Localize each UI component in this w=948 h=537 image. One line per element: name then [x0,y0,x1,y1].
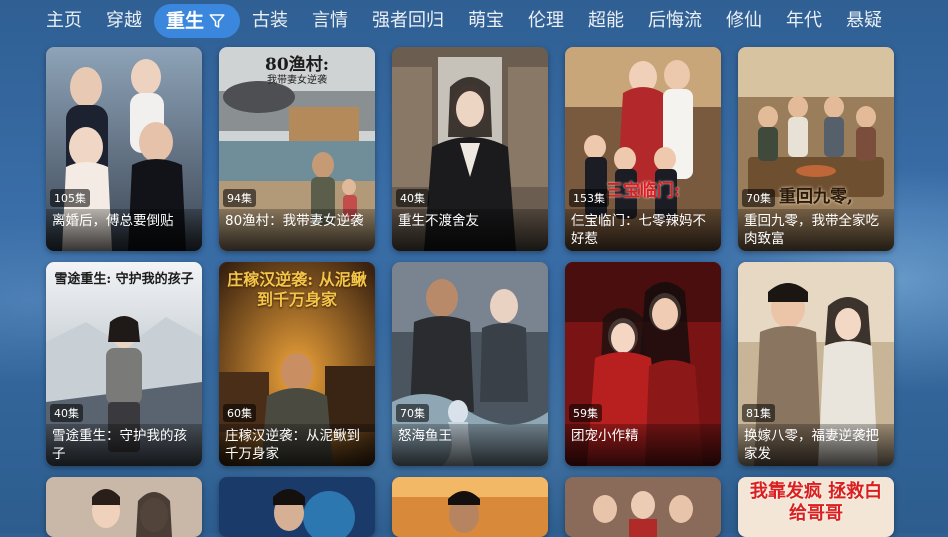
drama-card[interactable]: 70集 怒海鱼王 [392,262,548,466]
episode-badge: 81集 [742,404,775,422]
poster-image: 我靠发疯 拯救白给哥哥 [738,477,894,537]
tab-home[interactable]: 主页 [34,4,94,38]
episode-badge: 94集 [223,189,256,207]
filter-icon[interactable] [208,12,226,30]
tab-cute-baby[interactable]: 萌宝 [456,4,516,38]
drama-card[interactable]: 我靠发疯 拯救白给哥哥 [738,477,894,537]
drama-card[interactable]: 80渔村: 我带妻女逆袭 94集 80渔村：我带妻女逆袭 [219,47,375,251]
card-title: 怒海鱼王 [392,424,548,466]
drama-card[interactable]: 105集 离婚后，傅总要倒贴 [46,47,202,251]
drama-grid: 105集 离婚后，傅总要倒贴 80渔村: 我带妻女逆袭 94集 80渔村：我带妻… [46,47,894,537]
tab-time-travel[interactable]: 穿越 [94,4,154,38]
drama-card[interactable]: 重回九零, 70集 重回九零，我带全家吃肉致富 [738,47,894,251]
category-nav: 主页 穿越 重生 古装 言情 强者回归 萌宝 伦理 超能 后悔流 修仙 年代 悬… [0,0,948,42]
episode-badge: 40集 [396,189,429,207]
drama-card[interactable] [392,477,548,537]
poster-image [46,477,202,537]
tab-suspense[interactable]: 悬疑 [834,4,894,38]
drama-card[interactable]: 三宝临门: 153集 仨宝临门：七零辣妈不好惹 [565,47,721,251]
drama-card[interactable]: 81集 换嫁八零，福妻逆袭把家发 [738,262,894,466]
tab-romance[interactable]: 言情 [300,4,360,38]
episode-badge: 59集 [569,404,602,422]
tab-rebirth-label: 重生 [166,10,205,32]
drama-card[interactable] [46,477,202,537]
card-title: 重生不渡舍友 [392,209,548,251]
episode-badge: 70集 [742,189,775,207]
tab-regret[interactable]: 后悔流 [636,4,714,38]
card-title: 仨宝临门：七零辣妈不好惹 [565,209,721,251]
tab-strong-return[interactable]: 强者回归 [360,4,456,38]
poster-image [565,477,721,537]
card-title: 离婚后，傅总要倒贴 [46,209,202,251]
poster-image [219,477,375,537]
episode-badge: 105集 [50,189,90,207]
poster-caption: 雪途重生: 守护我的孩子 [54,272,194,287]
card-title: 雪途重生：守护我的孩子 [46,424,202,466]
poster-caption: 80渔村: 我带妻女逆袭 [225,55,369,87]
tab-ethics[interactable]: 伦理 [516,4,576,38]
drama-card[interactable]: 59集 团宠小作精 [565,262,721,466]
drama-card[interactable]: 雪途重生: 守护我的孩子 40集 雪途重生：守护我的孩子 [46,262,202,466]
episode-badge: 70集 [396,404,429,422]
tab-era[interactable]: 年代 [774,4,834,38]
card-title: 重回九零，我带全家吃肉致富 [738,209,894,251]
poster-caption: 庄稼汉逆袭: 从泥鳅到千万身家 [227,270,367,309]
tab-superpower[interactable]: 超能 [576,4,636,38]
episode-badge: 153集 [569,189,609,207]
poster-caption: 我靠发疯 拯救白给哥哥 [749,481,883,524]
card-title: 80渔村：我带妻女逆袭 [219,209,375,251]
tab-costume[interactable]: 古装 [240,4,300,38]
card-title: 团宠小作精 [565,424,721,466]
tab-rebirth[interactable]: 重生 [154,4,241,38]
drama-card[interactable]: 庄稼汉逆袭: 从泥鳅到千万身家 60集 庄稼汉逆袭：从泥鳅到千万身家 [219,262,375,466]
drama-card[interactable] [219,477,375,537]
drama-card[interactable] [565,477,721,537]
card-title: 庄稼汉逆袭：从泥鳅到千万身家 [219,424,375,466]
card-title: 换嫁八零，福妻逆袭把家发 [738,424,894,466]
episode-badge: 40集 [50,404,83,422]
episode-badge: 60集 [223,404,256,422]
poster-image [392,477,548,537]
drama-card[interactable]: 40集 重生不渡舍友 [392,47,548,251]
poster-subcaption: 我带妻女逆袭 [267,75,327,86]
tab-cultivation[interactable]: 修仙 [714,4,774,38]
